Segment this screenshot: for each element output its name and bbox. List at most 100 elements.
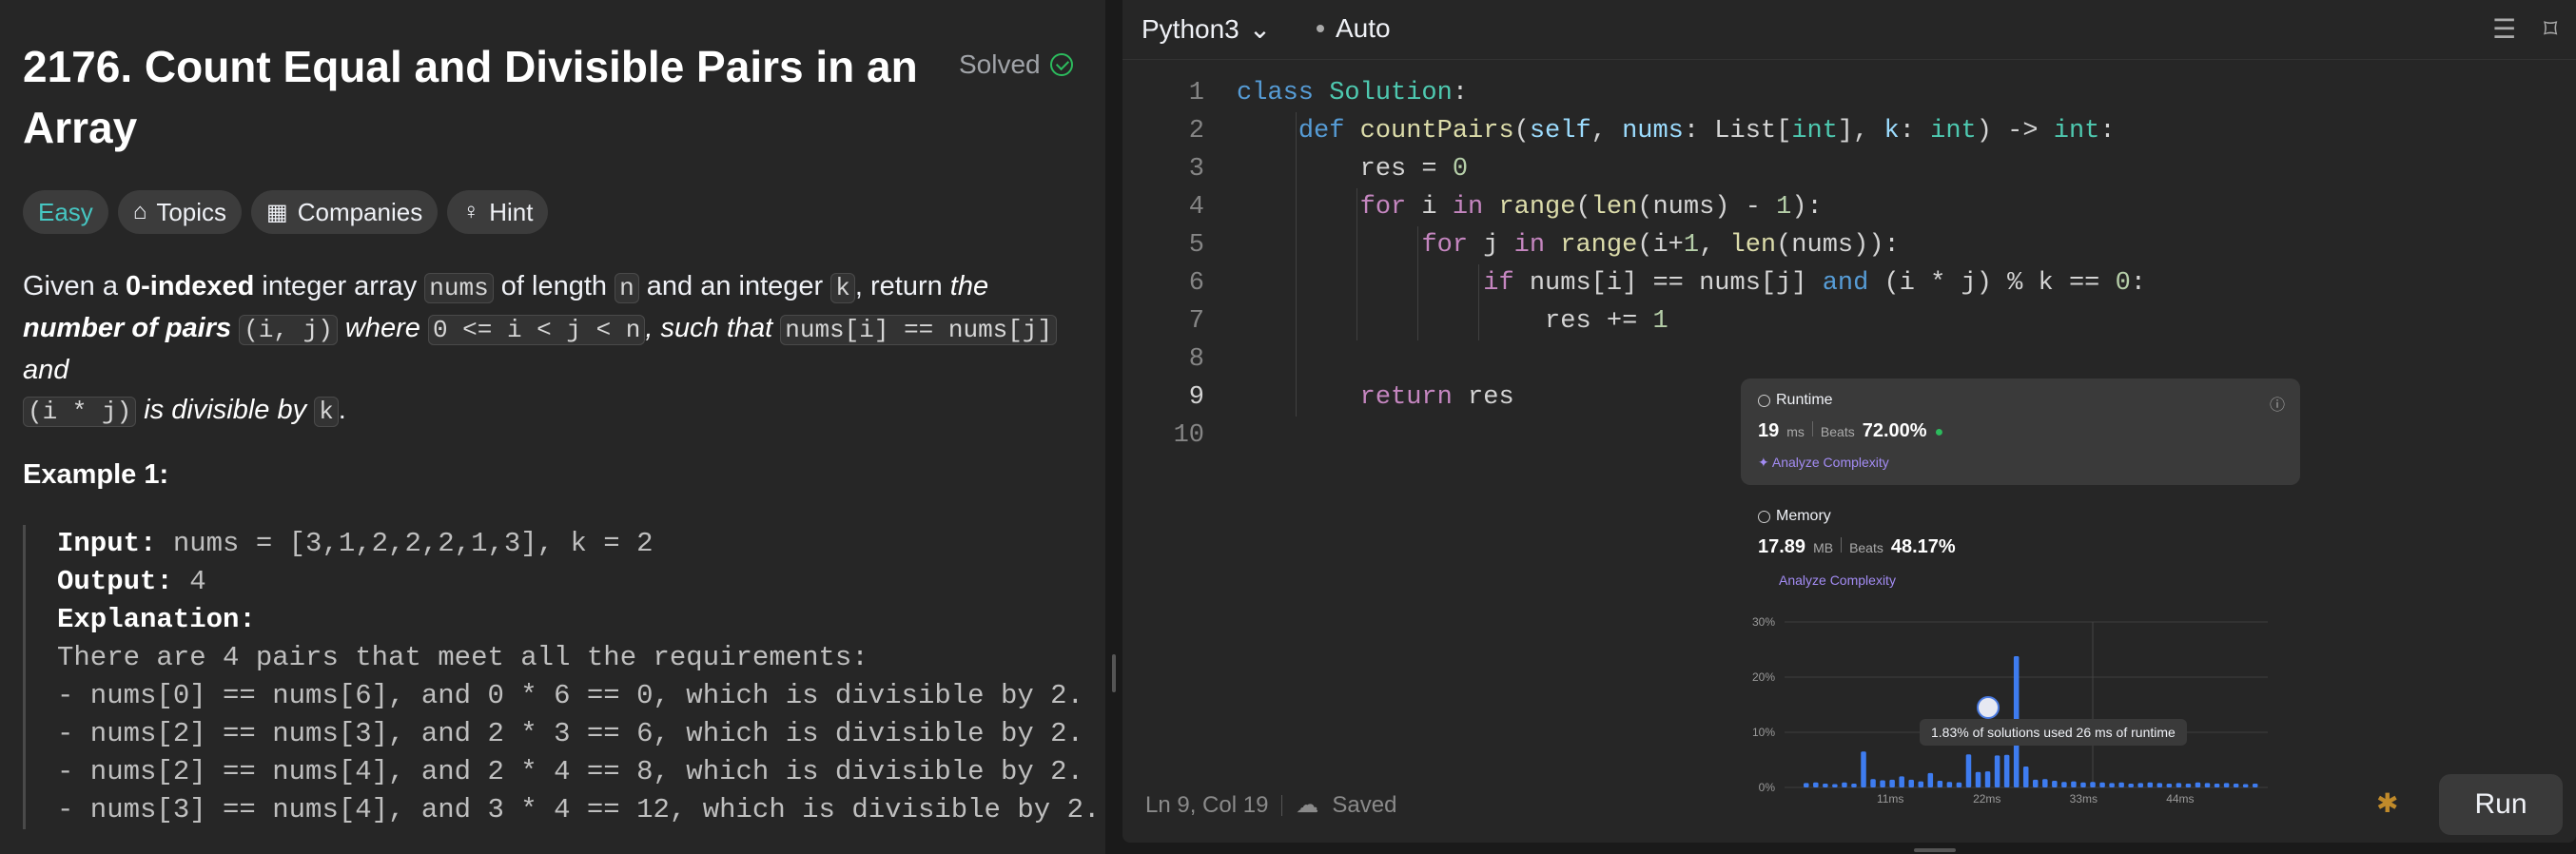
analyze-complexity-link[interactable]: Analyze Complexity [1779, 573, 1896, 588]
runtime-bar [2099, 782, 2105, 787]
explanation-line: - nums[3] == nums[4], and 3 * 4 == 12, w… [57, 794, 1101, 825]
explanation-label: Explanation: [57, 604, 256, 635]
input-value: nums = [3,1,2,2,2,1,3], k = 2 [156, 528, 654, 559]
tag-row: Easy ⌂ Topics ▦ Companies ♀ Hint [23, 190, 549, 234]
memory-icon [1758, 510, 1770, 523]
topics-button[interactable]: ⌂ Topics [117, 190, 243, 234]
format-icon[interactable]: ☰ [2492, 13, 2516, 45]
hint-label: Hint [489, 197, 534, 226]
line-number: 8 [1188, 345, 1204, 374]
runtime-bar [1842, 782, 1847, 787]
code-chip: k [830, 273, 855, 303]
auto-label: Auto [1336, 13, 1391, 43]
analyze-complexity-link[interactable]: ✦ Analyze Complexity [1758, 455, 1889, 471]
desc-italic: , such that [645, 313, 781, 343]
code-chip: k [314, 397, 339, 427]
y-tick-label: 30% [1752, 615, 1775, 629]
separator [1841, 537, 1843, 553]
companies-label: Companies [297, 197, 423, 226]
runtime-bar [2118, 782, 2124, 787]
editor-header: Python3 ⌄ Auto ☰ ⌑ [1122, 0, 2576, 60]
line-number: 6 [1188, 269, 1204, 298]
desc-italic: where [337, 313, 428, 343]
panel-splitter[interactable] [1105, 0, 1122, 854]
runtime-bar [2223, 783, 2230, 787]
runtime-bar [2128, 783, 2134, 787]
dot-icon [1317, 25, 1324, 32]
chevron-down-icon: ⌄ [1248, 14, 1272, 44]
runtime-bar [1832, 784, 1838, 787]
problem-panel: 2176. Count Equal and Divisible Pairs in… [0, 0, 1105, 854]
runtime-bar [2147, 782, 2154, 787]
saved-status: Saved [1332, 791, 1397, 818]
runtime-bar [1908, 779, 1914, 787]
check-circle-icon [1049, 53, 1073, 76]
building-icon: ▦ [266, 199, 288, 225]
runtime-bar [1994, 755, 2000, 787]
runtime-unit: ms [1786, 424, 1805, 439]
desc-bold: 0-indexed [126, 271, 255, 301]
cursor-position: Ln 9, Col 19 [1145, 791, 1269, 818]
desc-bold-italic: number of pairs [23, 313, 232, 343]
memory-label: Memory [1776, 508, 1831, 524]
runtime-bar [1965, 754, 1972, 787]
line-number: 3 [1188, 155, 1204, 184]
hint-button[interactable]: ♀ Hint [447, 190, 549, 234]
topics-label: Topics [156, 197, 227, 226]
runtime-bar [1956, 782, 1962, 787]
companies-button[interactable]: ▦ Companies [251, 190, 439, 234]
code-chip: (i, j) [239, 315, 338, 345]
bug-icon[interactable]: ✱ [2376, 787, 2398, 819]
runtime-bar [1870, 779, 1876, 787]
runtime-bar [2003, 754, 2010, 787]
line-number: 1 [1188, 79, 1204, 107]
code-chip: n [615, 273, 639, 303]
runtime-bar [2214, 783, 2220, 787]
code-editor[interactable]: class Solution: def countPairs(self, num… [1237, 74, 2146, 417]
output-label: Output: [57, 566, 173, 597]
info-icon[interactable]: ⓘ [2270, 392, 2285, 415]
runtime-bar [1946, 782, 1953, 787]
desc-text: and an integer [638, 271, 831, 301]
memory-number: 17.89 [1758, 536, 1806, 557]
run-button[interactable]: Run [2439, 774, 2563, 835]
runtime-bar [2042, 779, 2048, 787]
runtime-number: 19 [1758, 420, 1780, 441]
line-number: 9 [1188, 383, 1204, 412]
difficulty-tag[interactable]: Easy [23, 190, 108, 234]
editor-status-bar: Ln 9, Col 19 ☁ Saved [1145, 791, 1396, 819]
memory-value: 17.89 MB Beats 48.17% [1758, 536, 1956, 558]
desc-italic: is divisible by [136, 395, 315, 425]
bookmark-icon[interactable]: ⌑ [2544, 13, 2557, 45]
runtime-bar [2176, 783, 2182, 787]
bottom-grip[interactable] [1914, 848, 1956, 852]
language-label: Python3 [1142, 13, 1239, 44]
runtime-bar [1861, 751, 1866, 787]
splitter-grip[interactable] [1112, 654, 1116, 692]
line-number: 10 [1173, 421, 1204, 450]
desc-italic: the [949, 271, 989, 301]
leaf-icon: ● [1934, 424, 1944, 440]
runtime-bar [1804, 783, 1809, 787]
runtime-header: Runtime [1758, 392, 1833, 409]
x-tick-label: 22ms [1973, 792, 2000, 805]
runtime-bar [1984, 771, 1991, 787]
auto-mode[interactable]: Auto [1317, 13, 1391, 44]
code-chip: (i * j) [23, 397, 137, 427]
language-select[interactable]: Python3 ⌄ [1142, 13, 1271, 45]
runtime-bar [2061, 782, 2067, 787]
input-label: Input: [57, 528, 157, 559]
x-tick-label: 33ms [2070, 792, 2098, 805]
runtime-distribution-chart[interactable]: 30% 20% 10% 0% 11ms 22ms 33ms 44ms [1741, 609, 2274, 814]
runtime-bar [2195, 782, 2201, 787]
runtime-bar [2071, 781, 2077, 787]
chart-tooltip: 1.83% of solutions used 26 ms of runtime [1920, 719, 2187, 746]
runtime-bar [1880, 780, 1885, 787]
solved-label: Solved [959, 49, 1041, 79]
line-numbers: 1 2 3 4 5 6 7 8 9 10 [1122, 74, 1204, 455]
runtime-bar [2090, 782, 2096, 787]
runtime-bar [2052, 781, 2058, 787]
desc-text: Given a [23, 271, 126, 301]
runtime-bar [1813, 782, 1819, 787]
runtime-card[interactable]: Runtime ⓘ 19 ms Beats 72.00% ● ✦ Analyze… [1741, 378, 2300, 485]
